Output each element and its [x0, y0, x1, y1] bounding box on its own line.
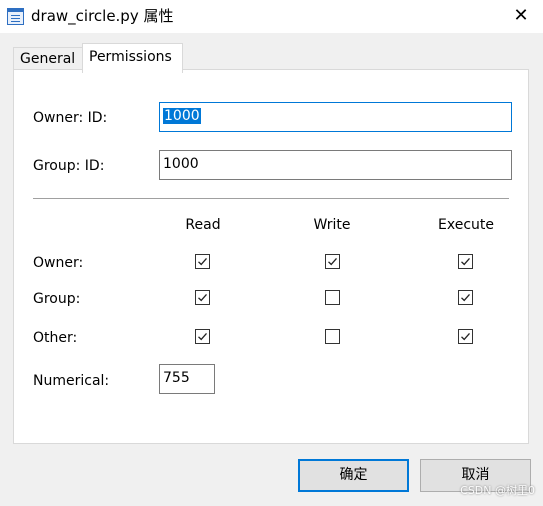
- check-icon: [461, 332, 470, 341]
- close-icon[interactable]: ✕: [507, 4, 535, 28]
- owner-read-checkbox[interactable]: [195, 254, 210, 269]
- document-icon: [7, 8, 24, 25]
- separator: [33, 198, 509, 199]
- watermark: CSDN @树里0: [460, 484, 535, 497]
- check-icon: [198, 332, 207, 341]
- column-read: Read: [185, 217, 221, 233]
- owner-id-value: 1000: [163, 108, 201, 124]
- title-bar: draw_circle.py 属性 ✕: [0, 0, 543, 33]
- row-other-label: Other:: [33, 330, 78, 346]
- check-icon: [461, 257, 470, 266]
- column-write: Write: [313, 217, 351, 233]
- group-id-field[interactable]: 1000: [159, 150, 512, 180]
- dialog-body: General Permissions Owner: ID: 1000 Grou…: [0, 33, 543, 506]
- check-icon: [328, 257, 337, 266]
- row-group-label: Group:: [33, 291, 81, 307]
- group-execute-checkbox[interactable]: [458, 290, 473, 305]
- check-icon: [461, 293, 470, 302]
- check-icon: [198, 257, 207, 266]
- ok-button[interactable]: 确定: [298, 459, 409, 492]
- numerical-label: Numerical:: [33, 373, 110, 389]
- owner-id-field[interactable]: 1000: [159, 102, 512, 132]
- row-owner-label: Owner:: [33, 255, 84, 271]
- owner-execute-checkbox[interactable]: [458, 254, 473, 269]
- numerical-field[interactable]: 755: [159, 364, 215, 394]
- group-write-checkbox[interactable]: [325, 290, 340, 305]
- column-execute: Execute: [438, 217, 494, 233]
- owner-write-checkbox[interactable]: [325, 254, 340, 269]
- group-id-label: Group: ID:: [33, 158, 105, 174]
- group-read-checkbox[interactable]: [195, 290, 210, 305]
- check-icon: [198, 293, 207, 302]
- other-read-checkbox[interactable]: [195, 329, 210, 344]
- window-title: draw_circle.py 属性: [31, 7, 174, 25]
- other-write-checkbox[interactable]: [325, 329, 340, 344]
- tab-permissions[interactable]: Permissions: [82, 43, 183, 73]
- permissions-panel: Owner: ID: 1000 Group: ID: 1000 Read Wri…: [13, 69, 529, 444]
- other-execute-checkbox[interactable]: [458, 329, 473, 344]
- owner-id-label: Owner: ID:: [33, 110, 108, 126]
